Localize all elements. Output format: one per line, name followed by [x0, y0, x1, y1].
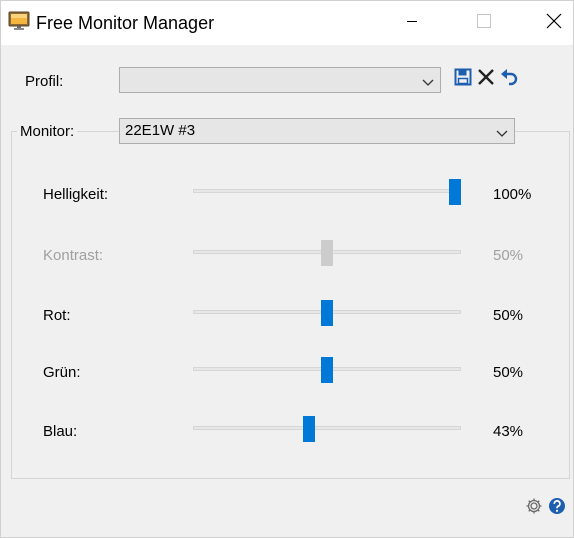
delete-icon[interactable]: [477, 68, 495, 86]
green-value: 50%: [493, 364, 524, 381]
contrast-label: Kontrast:: [43, 247, 104, 264]
contrast-slider-thumb: [321, 240, 333, 266]
red-value: 50%: [493, 307, 524, 324]
monitor-dropdown[interactable]: 22E1W #3: [119, 118, 515, 144]
settings-icon[interactable]: [525, 497, 543, 515]
monitor-icon: [8, 11, 30, 31]
window-title: Free Monitor Manager: [36, 13, 215, 33]
brightness-value: 100%: [493, 186, 532, 203]
minimize-button[interactable]: [389, 1, 435, 45]
green-label: Grün:: [43, 364, 81, 381]
contrast-value: 50%: [493, 247, 524, 264]
red-slider-thumb[interactable]: [321, 300, 333, 326]
monitor-selected-value: 22E1W #3: [125, 122, 196, 139]
title-bar[interactable]: Free Monitor Manager: [1, 1, 573, 45]
close-icon: [546, 13, 562, 34]
blue-label: Blau:: [43, 423, 78, 440]
blue-slider-thumb[interactable]: [303, 416, 316, 442]
green-slider-thumb[interactable]: [321, 357, 333, 383]
app-window: Free Monitor Manager Profil: Monitor: 22…: [0, 0, 574, 538]
help-icon[interactable]: [548, 497, 566, 515]
profile-dropdown[interactable]: [119, 67, 441, 93]
maximize-icon: [477, 13, 491, 33]
brightness-label: Helligkeit:: [43, 186, 109, 203]
blue-slider-track[interactable]: [193, 426, 461, 430]
brightness-slider-thumb[interactable]: [449, 179, 461, 205]
brightness-slider-track[interactable]: [193, 189, 461, 193]
chevron-down-icon: [422, 75, 434, 86]
monitor-label: Monitor:: [17, 123, 78, 141]
undo-icon[interactable]: [500, 68, 518, 86]
minimize-icon: [406, 14, 418, 32]
chevron-down-icon: [496, 126, 508, 137]
red-label: Rot:: [43, 307, 71, 324]
profile-label: Profil:: [25, 73, 64, 90]
maximize-button[interactable]: [461, 1, 507, 45]
save-icon[interactable]: [454, 68, 472, 86]
close-button[interactable]: [531, 1, 574, 45]
blue-value: 43%: [493, 423, 524, 440]
